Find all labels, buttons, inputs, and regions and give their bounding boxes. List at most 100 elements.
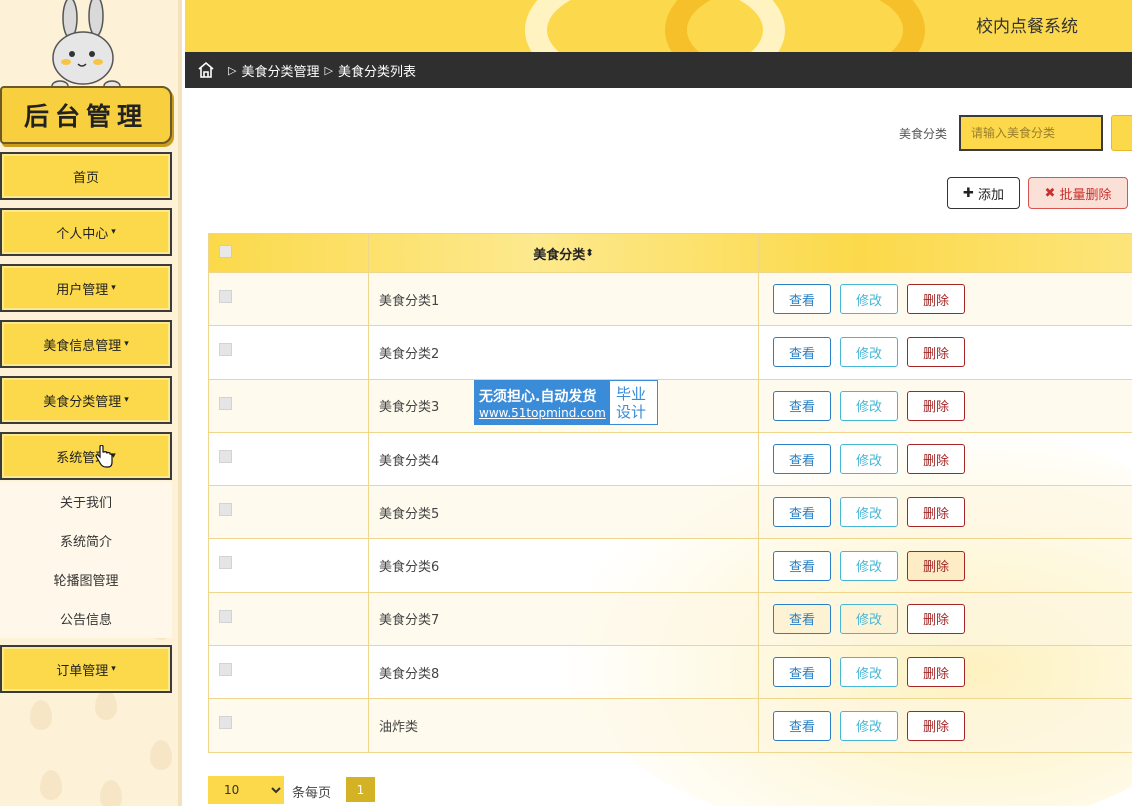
menu-order-management[interactable]: 订单管理 ▾ — [0, 645, 172, 693]
delete-button[interactable]: 删除 — [907, 550, 965, 581]
menu-user-management[interactable]: 用户管理 ▾ — [0, 264, 172, 312]
edit-button[interactable]: 修改 — [840, 603, 898, 634]
breadcrumb-separator: ▷ — [324, 63, 333, 77]
row-checkbox[interactable] — [219, 343, 232, 357]
menu-label: 美食分类管理 — [43, 394, 122, 410]
delete-button[interactable]: 删除 — [907, 390, 965, 421]
app-title: 校内点餐系统 — [976, 17, 1078, 37]
edit-button[interactable]: 修改 — [840, 444, 898, 475]
menu-label: 用户管理 — [56, 282, 109, 298]
search-label: 美食分类 — [899, 127, 948, 141]
submenu-carousel-management[interactable]: 轮播图管理 — [0, 560, 172, 599]
row-checkbox[interactable] — [219, 609, 232, 623]
menu-home[interactable]: 首页 — [0, 152, 172, 200]
view-button[interactable]: 查看 — [773, 444, 831, 475]
category-name: 美食分类2 — [369, 326, 759, 379]
sidebar: 后台管理 首页 个人中心 ▾ 用户管理 ▾ 美食信息管理 ▾ 美食分类管理 ▾ 系统管理… — [0, 0, 182, 806]
sort-icon: ⬍ — [585, 247, 594, 259]
caret-down-icon: ▾ — [111, 227, 116, 237]
row-checkbox[interactable] — [219, 556, 232, 570]
delete-button[interactable]: 删除 — [907, 603, 965, 634]
edit-button[interactable]: 修改 — [840, 497, 898, 528]
add-button[interactable]: ✚ 添加 — [947, 177, 1020, 209]
view-button[interactable]: 查看 — [773, 710, 831, 741]
table-row: 美食分类1 查看 修改 删除 — [209, 273, 1132, 327]
watermark-banner: 无须担心.自动发货 www.51topmind.com 毕业 设计 — [474, 380, 658, 425]
caret-down-icon: ▾ — [124, 339, 129, 349]
home-icon[interactable] — [197, 61, 215, 79]
caret-down-icon: ▾ — [111, 283, 116, 293]
page-size-select[interactable]: 10 — [208, 776, 284, 804]
row-checkbox[interactable] — [219, 663, 232, 677]
top-header: 校内点餐系统 — [185, 0, 1132, 52]
view-button[interactable]: 查看 — [773, 603, 831, 634]
delete-button[interactable]: 删除 — [907, 284, 965, 315]
row-checkbox[interactable] — [219, 290, 232, 303]
row-checkbox[interactable] — [219, 449, 232, 463]
category-name: 美食分类4 — [369, 432, 759, 486]
table-row: 美食分类8 查看 修改 删除 — [209, 646, 1132, 700]
row-checkbox[interactable] — [219, 396, 232, 410]
category-name: 美食分类1 — [369, 273, 759, 326]
menu-system-management[interactable]: 系统管理 ▾ — [0, 432, 172, 480]
plus-icon: ✚ — [963, 185, 974, 201]
table-header: 美食分类 ⬍ — [209, 233, 1132, 273]
menu-food-info-management[interactable]: 美食信息管理 ▾ — [0, 320, 172, 368]
menu-label: 首页 — [72, 170, 99, 186]
edit-button[interactable]: 修改 — [840, 657, 898, 688]
breadcrumb-level1[interactable]: 美食分类管理 — [241, 61, 319, 80]
edit-button[interactable]: 修改 — [840, 337, 898, 368]
caret-down-icon: ▾ — [124, 395, 129, 405]
category-name: 美食分类8 — [369, 646, 759, 699]
edit-button[interactable]: 修改 — [840, 390, 898, 421]
column-header-category[interactable]: 美食分类 ⬍ — [369, 234, 759, 272]
category-name: 油炸类 — [369, 699, 759, 752]
edit-button[interactable]: 修改 — [840, 550, 898, 581]
batch-delete-button[interactable]: ✖ 批量删除 — [1028, 177, 1128, 209]
delete-button[interactable]: 删除 — [907, 497, 965, 528]
view-button[interactable]: 查看 — [773, 284, 831, 315]
row-checkbox[interactable] — [219, 503, 232, 517]
close-icon: ✖ — [1044, 185, 1056, 201]
category-name: 美食分类5 — [369, 486, 759, 539]
category-table: 美食分类 ⬍ 美食分类1 查看 修改 删除 美食分类2 查看 修改 删除 美食分类 — [208, 233, 1132, 753]
submenu-about-us[interactable]: 关于我们 — [0, 482, 172, 521]
view-button[interactable]: 查看 — [773, 337, 831, 368]
page-1-button[interactable]: 1 — [346, 777, 375, 802]
caret-down-icon: ▾ — [111, 664, 116, 674]
submenu-system-intro[interactable]: 系统简介 — [0, 521, 172, 560]
watermark-url: www.51topmind.com — [479, 405, 606, 420]
rabbit-logo-icon — [51, 0, 121, 92]
submenu-announcements[interactable]: 公告信息 — [0, 599, 172, 638]
search-input[interactable] — [959, 115, 1103, 151]
table-row: 美食分类2 查看 修改 删除 — [209, 326, 1132, 380]
delete-button[interactable]: 删除 — [907, 710, 965, 741]
breadcrumb: ▷ 美食分类管理 ▷ 美食分类列表 — [185, 52, 1132, 88]
delete-button[interactable]: 删除 — [907, 337, 965, 368]
watermark-right1: 毕业 — [616, 384, 647, 403]
edit-button[interactable]: 修改 — [840, 710, 898, 741]
per-page-label: 条每页 — [292, 786, 332, 801]
admin-title-plate: 后台管理 — [0, 86, 172, 144]
view-button[interactable]: 查看 — [773, 497, 831, 528]
watermark-line1: 无须担心.自动发货 — [479, 388, 597, 405]
edit-button[interactable]: 修改 — [840, 284, 898, 315]
admin-title: 后台管理 — [23, 102, 148, 131]
view-button[interactable]: 查看 — [773, 657, 831, 688]
breadcrumb-level2: 美食分类列表 — [337, 64, 416, 80]
row-checkbox[interactable] — [219, 716, 232, 730]
table-row: 油炸类 查看 修改 删除 — [209, 699, 1132, 753]
menu-label: 个人中心 — [56, 226, 109, 242]
category-name: 美食分类7 — [369, 592, 759, 646]
search-button[interactable] — [1111, 115, 1132, 151]
table-row: 美食分类6 查看 修改 删除 — [209, 539, 1132, 593]
delete-button[interactable]: 删除 — [907, 657, 965, 688]
table-row: 美食分类7 查看 修改 删除 — [209, 592, 1132, 647]
view-button[interactable]: 查看 — [773, 550, 831, 581]
view-button[interactable]: 查看 — [773, 390, 831, 421]
select-all-checkbox[interactable] — [219, 245, 232, 258]
menu-personal-center[interactable]: 个人中心 ▾ — [0, 208, 172, 256]
delete-button[interactable]: 删除 — [907, 444, 965, 475]
breadcrumb-separator: ▷ — [228, 63, 237, 77]
menu-food-category-management[interactable]: 美食分类管理 ▾ — [0, 376, 172, 424]
